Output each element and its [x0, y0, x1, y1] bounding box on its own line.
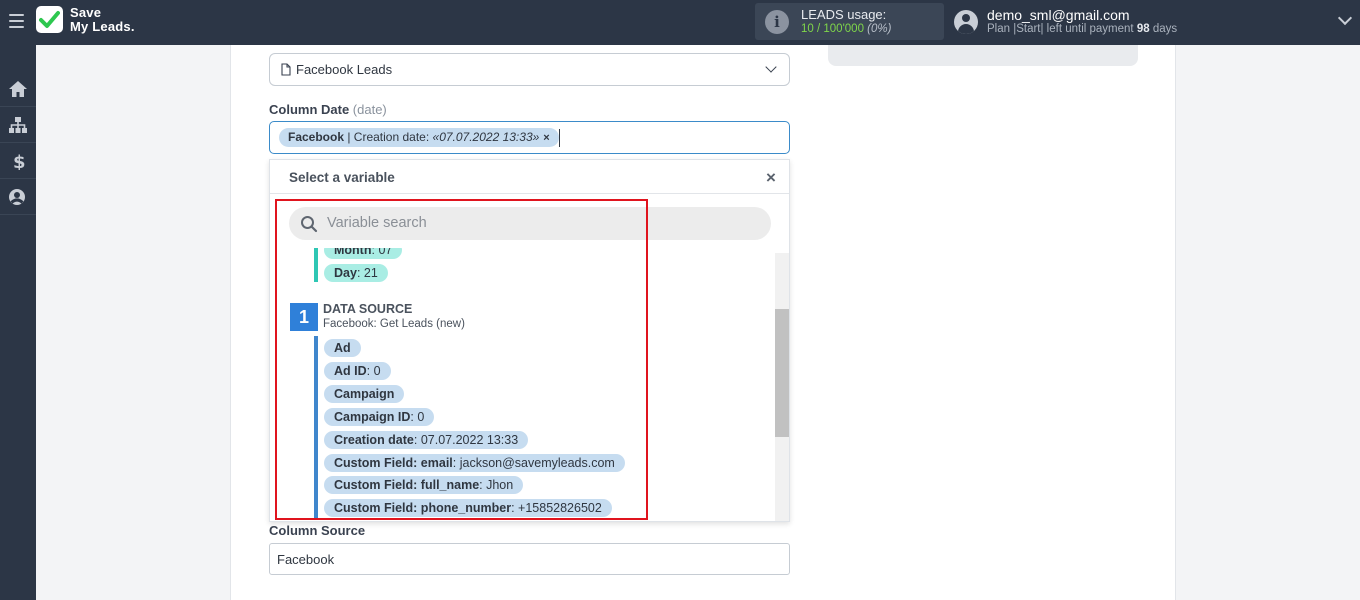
side-info-box — [828, 45, 1138, 66]
usage-value: 10 / 100'000 (0%) — [801, 23, 892, 35]
user-email[interactable]: demo_sml@gmail.com — [987, 7, 1130, 23]
scrollbar[interactable] — [775, 253, 789, 521]
user-icon — [9, 189, 25, 205]
close-icon[interactable]: × — [766, 168, 776, 188]
sidebar-item-billing[interactable]: $ — [0, 143, 36, 179]
chip-remove-icon[interactable]: × — [543, 132, 549, 144]
sitemap-icon — [9, 117, 27, 133]
leads-usage-box: i LEADS usage: 10 / 100'000 (0%) — [755, 3, 944, 40]
avatar[interactable] — [954, 10, 978, 34]
column-source-label: Column Source — [269, 523, 366, 538]
dollar-icon: $ — [13, 152, 26, 170]
usage-title: LEADS usage: — [801, 7, 887, 22]
sidebar-item-account[interactable] — [0, 179, 36, 215]
chevron-down-icon[interactable] — [1337, 10, 1353, 26]
menu-icon[interactable] — [9, 14, 24, 28]
document-icon — [281, 63, 291, 76]
svg-text:$: $ — [13, 152, 26, 170]
dropdown-header: Select a variable × — [270, 160, 789, 194]
date-variable-chip[interactable]: Facebook | Creation date: «07.07.2022 13… — [279, 128, 559, 147]
scrollbar-thumb[interactable] — [775, 309, 789, 437]
chevron-down-icon[interactable] — [765, 61, 777, 73]
text-caret — [559, 129, 560, 147]
data-source-select[interactable]: Facebook Leads — [269, 53, 790, 86]
dropdown-title: Select a variable — [289, 170, 395, 185]
highlight-frame — [275, 199, 648, 520]
column-source-input[interactable]: Facebook — [269, 543, 790, 575]
info-icon: i — [765, 10, 789, 34]
top-bar: Save My Leads. i LEADS usage: 10 / 100'0… — [0, 0, 1360, 45]
home-icon — [9, 81, 27, 97]
sidebar-item-home[interactable] — [0, 71, 36, 107]
column-date-input[interactable]: Facebook | Creation date: «07.07.2022 13… — [269, 121, 790, 154]
plan-info: Plan |Start| left until payment 98 days — [987, 23, 1178, 35]
column-date-label: Column Date (date) — [269, 102, 387, 117]
sidebar: $ — [0, 45, 36, 600]
logo-icon[interactable] — [36, 6, 63, 33]
logo-text[interactable]: Save My Leads. — [70, 6, 135, 34]
sidebar-item-connections[interactable] — [0, 107, 36, 143]
column-source-value: Facebook — [277, 552, 335, 567]
selected-source-value: Facebook Leads — [296, 62, 393, 77]
